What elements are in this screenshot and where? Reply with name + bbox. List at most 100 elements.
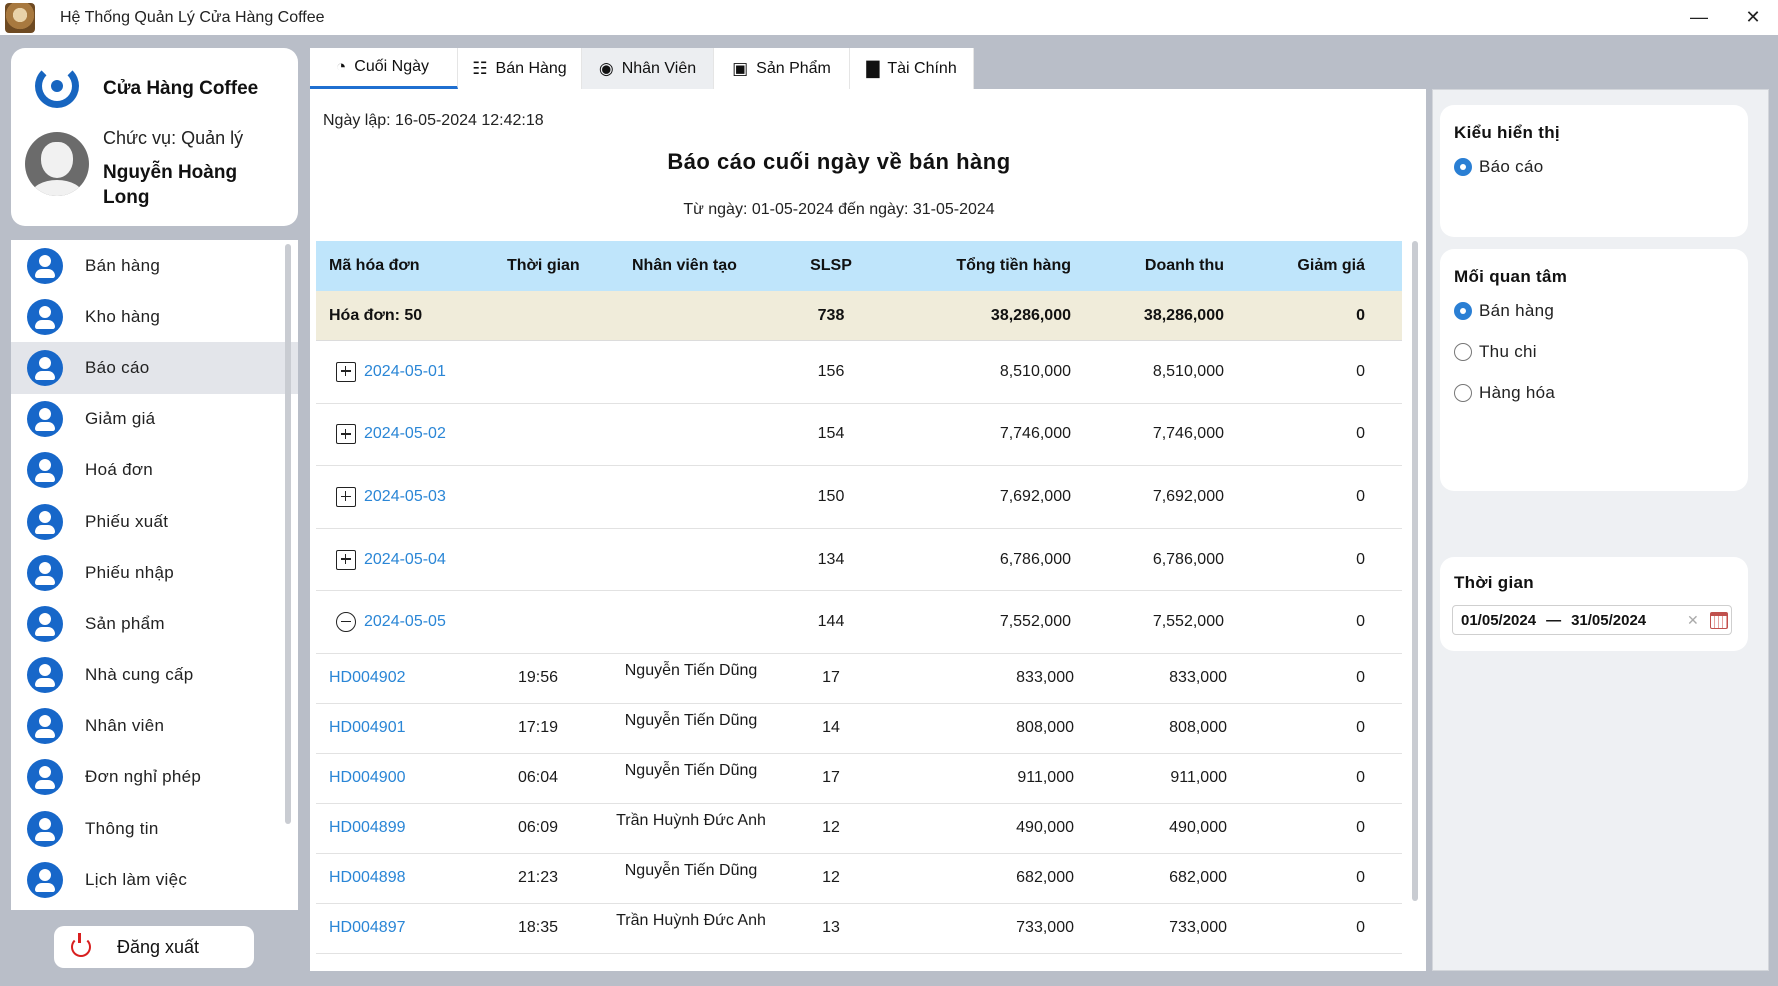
expand-icon[interactable] — [336, 361, 356, 382]
summary-row: Hóa đơn: 50 738 38,286,000 38,286,000 0 — [316, 291, 1402, 341]
tab-nhan-vien[interactable]: ◉ Nhân Viên — [582, 48, 714, 89]
sidebar-item-8[interactable]: Nhà cung cấp — [11, 650, 298, 701]
invoice-row[interactable]: HD004897 18:35 Trần Huỳnh Đức Anh 13 733,000… — [316, 904, 1402, 954]
group-date[interactable]: 2024-05-01 — [364, 363, 446, 381]
sidebar-item-0[interactable]: Bán hàng — [11, 240, 298, 291]
date-group-row[interactable]: 2024-05-03 150 7,692,000 7,692,000 0 — [316, 466, 1402, 529]
sidebar-item-9[interactable]: Nhân viên — [11, 701, 298, 752]
invoice-row[interactable]: HD004899 06:09 Trần Huỳnh Đức Anh 12 490,000… — [316, 804, 1402, 854]
date-group-cell[interactable]: 2024-05-01 — [316, 361, 480, 382]
group-date[interactable]: 2024-05-03 — [364, 488, 446, 506]
radio-ban-hang[interactable]: Bán hàng — [1454, 301, 1554, 321]
date-group-cell[interactable]: 2024-05-02 — [316, 424, 480, 445]
date-group-row[interactable]: 2024-05-04 134 6,786,000 6,786,000 0 — [316, 529, 1402, 592]
group-qty: 154 — [817, 425, 845, 443]
table-scrollbar[interactable] — [1412, 241, 1418, 901]
display-mode-card: Kiểu hiển thị Báo cáo — [1440, 105, 1748, 237]
invoice-id-link[interactable]: HD004897 — [316, 919, 480, 937]
expand-icon[interactable] — [336, 486, 356, 507]
invoice-time: 17:19 — [517, 719, 559, 737]
collapse-icon[interactable] — [336, 612, 356, 633]
col-header-staff[interactable]: Nhân viên tạo — [596, 257, 786, 275]
tab-ban-hang[interactable]: ☷ Bán Hàng — [458, 48, 582, 89]
invoice-id-link[interactable]: HD004899 — [316, 819, 480, 837]
invoice-total: 733,000 — [1016, 919, 1074, 937]
invoice-time: 06:04 — [517, 769, 559, 787]
sidebar-item-5[interactable]: Phiếu xuất — [11, 496, 298, 547]
minimize-icon[interactable]: — — [1674, 0, 1724, 35]
sidebar-menu: Bán hàng Kho hàng Báo cáo Giảm giá Hoá đơn Ph… — [11, 240, 298, 910]
tab-tai-chinh[interactable]: ▇ Tài Chính — [850, 48, 974, 89]
logout-button[interactable]: Đăng xuất — [54, 926, 254, 968]
user-circle-icon — [27, 605, 63, 642]
interest-card: Mối quan tâm Bán hàng Thu chi Hàng hóa — [1440, 249, 1748, 491]
radio-thu-chi[interactable]: Thu chi — [1454, 342, 1537, 362]
tab-san-pham[interactable]: ▣ Sản Phẩm — [714, 48, 850, 89]
date-group-row[interactable]: 2024-05-02 154 7,746,000 7,746,000 0 — [316, 404, 1402, 467]
close-icon[interactable]: ✕ — [1728, 0, 1778, 35]
invoice-staff: Trần Huỳnh Đức Anh — [616, 912, 766, 930]
sidebar-item-1[interactable]: Kho hàng — [11, 291, 298, 342]
clear-icon[interactable]: ✕ — [1687, 612, 1699, 629]
sidebar-item-4[interactable]: Hoá đơn — [11, 445, 298, 496]
user-circle-icon — [27, 861, 63, 898]
group-date[interactable]: 2024-05-05 — [364, 613, 446, 631]
invoice-staff: Nguyễn Tiến Dũng — [624, 662, 758, 680]
expand-icon[interactable] — [336, 549, 356, 570]
sidebar-item-label: Nhà cung cấp — [85, 665, 194, 685]
invoice-discount: 0 — [1356, 719, 1365, 737]
date-group-row[interactable]: 2024-05-01 156 8,510,000 8,510,000 0 — [316, 341, 1402, 404]
group-date[interactable]: 2024-05-04 — [364, 551, 446, 569]
radio-label: Bán hàng — [1479, 301, 1555, 320]
title-bar: Hệ Thống Quản Lý Cửa Hàng Coffee — ✕ — [0, 0, 1778, 35]
expand-icon[interactable] — [336, 424, 356, 445]
user-circle-icon — [27, 657, 63, 694]
date-group-cell[interactable]: 2024-05-03 — [316, 486, 480, 507]
tab-cuoi-ngay[interactable]: ◔ Cuối Ngày — [310, 48, 458, 89]
col-header-revenue[interactable]: Doanh thu — [1071, 257, 1224, 275]
col-header-discount[interactable]: Giảm giá — [1224, 257, 1377, 275]
invoice-revenue: 682,000 — [1169, 869, 1227, 887]
sidebar-scrollbar[interactable] — [285, 244, 291, 824]
group-revenue: 7,746,000 — [1152, 425, 1224, 443]
invoice-row[interactable]: HD004901 17:19 Nguyễn Tiến Dũng 14 808,000 80… — [316, 704, 1402, 754]
invoice-row[interactable]: HD004900 06:04 Nguyễn Tiến Dũng 17 911,000 91… — [316, 754, 1402, 804]
window-title: Hệ Thống Quản Lý Cửa Hàng Coffee — [60, 8, 325, 26]
invoice-id-link[interactable]: HD004900 — [316, 769, 480, 787]
radio-dot — [1454, 302, 1472, 320]
sidebar-item-12[interactable]: Lịch làm việc — [11, 854, 298, 905]
sidebar-item-7[interactable]: Sản phẩm — [11, 598, 298, 649]
radio-label: Thu chi — [1479, 342, 1537, 361]
date-group-cell[interactable]: 2024-05-04 — [316, 549, 480, 570]
sidebar-item-2[interactable]: Báo cáo — [11, 342, 298, 394]
person-icon: ◉ — [598, 58, 614, 78]
report-table: Mã hóa đơn Thời gian Nhân viên tạo SLSP … — [316, 241, 1402, 954]
invoice-discount: 0 — [1356, 669, 1365, 687]
date-group-row[interactable]: 2024-05-05 144 7,552,000 7,552,000 0 — [316, 591, 1402, 654]
date-range-picker[interactable]: 01/05/2024 — 31/05/2024 ✕ — [1452, 605, 1732, 635]
invoice-row[interactable]: HD004902 19:56 Nguyễn Tiến Dũng 17 833,000 83… — [316, 654, 1402, 704]
summary-total: 38,286,000 — [990, 306, 1071, 324]
calendar-icon[interactable] — [1710, 612, 1728, 629]
sidebar-item-11[interactable]: Thông tin — [11, 803, 298, 854]
col-header-total[interactable]: Tổng tiền hàng — [876, 257, 1071, 275]
col-header-time[interactable]: Thời gian — [480, 257, 596, 275]
date-group-cell[interactable]: 2024-05-05 — [316, 612, 480, 633]
invoice-id-link[interactable]: HD004902 — [316, 669, 480, 687]
col-header-id[interactable]: Mã hóa đơn — [316, 257, 480, 275]
radio-hang-hoa[interactable]: Hàng hóa — [1454, 383, 1555, 403]
group-revenue: 7,552,000 — [1152, 613, 1224, 631]
sidebar-item-10[interactable]: Đơn nghỉ phép — [11, 752, 298, 803]
group-total: 7,552,000 — [999, 613, 1071, 631]
invoice-id-link[interactable]: HD004901 — [316, 719, 480, 737]
invoice-row[interactable]: HD004898 21:23 Nguyễn Tiến Dũng 12 682,000 68… — [316, 854, 1402, 904]
sidebar-item-6[interactable]: Phiếu nhập — [11, 547, 298, 598]
sidebar-item-3[interactable]: Giảm giá — [11, 394, 298, 445]
col-header-qty[interactable]: SLSP — [786, 257, 876, 275]
invoice-total: 911,000 — [1017, 769, 1074, 787]
radio-bao-cao[interactable]: Báo cáo — [1454, 157, 1543, 177]
invoice-id-link[interactable]: HD004898 — [316, 869, 480, 887]
box-icon: ▣ — [732, 58, 749, 78]
group-date[interactable]: 2024-05-02 — [364, 425, 446, 443]
group-qty: 156 — [817, 362, 845, 380]
